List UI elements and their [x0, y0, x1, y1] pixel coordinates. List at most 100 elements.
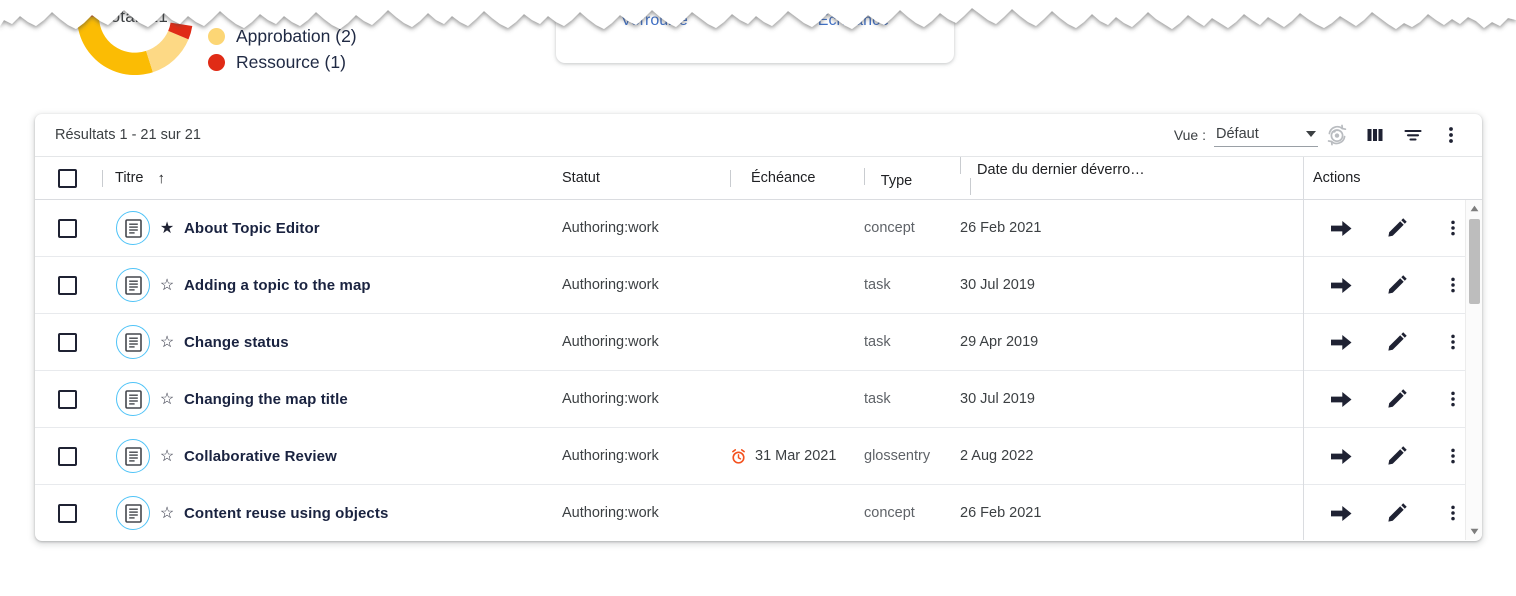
table-row[interactable]: ☆ Change status Authoring:work task 29 Apr 2… — [35, 314, 1482, 371]
edit-icon[interactable] — [1369, 322, 1425, 362]
favorite-star-icon[interactable]: ☆ — [150, 446, 184, 466]
more-options-icon[interactable] — [1432, 116, 1470, 154]
column-header-echeance[interactable]: Échéance — [718, 169, 862, 187]
row-statut: Authoring:work — [562, 391, 659, 407]
column-divider — [864, 167, 865, 185]
go-to-icon[interactable] — [1313, 379, 1369, 419]
table-row[interactable]: ☆ Adding a topic to the map Authoring:work… — [35, 257, 1482, 314]
edit-icon[interactable] — [1369, 379, 1425, 419]
row-checkbox[interactable] — [58, 332, 77, 352]
snapshot-refresh-icon[interactable] — [1318, 116, 1356, 154]
column-divider — [102, 169, 103, 187]
favorite-star-icon[interactable]: ☆ — [150, 389, 184, 409]
sort-ascending-icon: ↑ — [157, 169, 165, 187]
row-actions — [1303, 208, 1481, 248]
row-title-link[interactable]: Adding a topic to the map — [184, 277, 371, 294]
go-to-icon[interactable] — [1313, 208, 1369, 248]
row-title-cell: ★ About Topic Editor — [100, 211, 552, 245]
chevron-down-icon — [1306, 130, 1316, 137]
go-to-icon[interactable] — [1313, 493, 1369, 533]
edit-icon[interactable] — [1369, 208, 1425, 248]
table-header: Titre ↑ Statut Échéance Type Date du der… — [35, 157, 1482, 200]
go-to-icon[interactable] — [1313, 322, 1369, 362]
column-divider — [970, 178, 971, 195]
row-title-link[interactable]: About Topic Editor — [184, 220, 320, 237]
table-row[interactable]: ☆ Content reuse using objects Authoring:wo… — [35, 485, 1482, 540]
row-select-cell — [35, 446, 100, 466]
row-date: 26 Feb 2021 — [960, 220, 1042, 236]
document-icon — [116, 211, 150, 245]
edit-icon[interactable] — [1369, 493, 1425, 533]
table-row[interactable]: ☆ Collaborative Review Authoring:work 31 Ma… — [35, 428, 1482, 485]
column-header-statut[interactable]: Statut — [552, 170, 718, 186]
row-select-cell — [35, 389, 100, 409]
row-title-link[interactable]: Changing the map title — [184, 391, 348, 408]
row-type: task — [864, 334, 891, 350]
go-to-icon[interactable] — [1313, 436, 1369, 476]
frozen-pane-divider — [1303, 157, 1304, 199]
row-title-cell: ☆ Content reuse using objects — [100, 496, 552, 530]
document-icon — [116, 496, 150, 530]
link-verrouille[interactable]: Verrouillé — [621, 12, 688, 30]
column-header-date[interactable]: Date du dernier déverro… — [958, 157, 1154, 199]
favorite-star-icon[interactable]: ★ — [150, 218, 184, 238]
favorite-star-icon[interactable]: ☆ — [150, 332, 184, 352]
row-statut: Authoring:work — [562, 505, 659, 521]
row-checkbox[interactable] — [58, 218, 77, 238]
go-to-icon[interactable] — [1313, 265, 1369, 305]
select-all-checkbox[interactable] — [58, 168, 77, 188]
table-body: ★ About Topic Editor Authoring:work concept… — [35, 200, 1482, 540]
donut-total-label: Total /21 — [101, 7, 169, 26]
link-echeance[interactable]: Echéance — [818, 12, 889, 30]
row-type: glossentry — [864, 448, 931, 464]
row-checkbox[interactable] — [58, 389, 77, 409]
row-actions — [1303, 265, 1481, 305]
filter-icon[interactable] — [1394, 116, 1432, 154]
row-title-cell: ☆ Collaborative Review — [100, 439, 552, 473]
column-divider — [730, 169, 731, 187]
document-icon — [116, 382, 150, 416]
row-date: 29 Apr 2019 — [960, 334, 1039, 350]
row-checkbox[interactable] — [58, 446, 77, 466]
results-card: Résultats 1 - 21 sur 21 Vue : Défaut Tit… — [35, 114, 1482, 541]
row-select-cell — [35, 275, 100, 295]
row-title-link[interactable]: Change status — [184, 334, 289, 351]
row-title-link[interactable]: Collaborative Review — [184, 448, 337, 465]
view-select-value: Défaut — [1216, 125, 1259, 142]
row-title-link[interactable]: Content reuse using objects — [184, 505, 388, 522]
edit-icon[interactable] — [1369, 436, 1425, 476]
scrollbar-thumb[interactable] — [1469, 219, 1480, 304]
row-echeance: 31 Mar 2021 — [755, 448, 837, 464]
legend-label: Approbation (2) — [236, 25, 357, 46]
columns-icon[interactable] — [1356, 116, 1394, 154]
table-row[interactable]: ★ About Topic Editor Authoring:work concept… — [35, 200, 1482, 257]
table-vertical-scrollbar[interactable] — [1465, 200, 1482, 540]
favorite-star-icon[interactable]: ☆ — [150, 275, 184, 295]
view-label: Vue : — [1173, 127, 1206, 143]
column-header-titre[interactable]: Titre ↑ — [100, 169, 552, 187]
column-header-titre-label: Titre — [115, 170, 144, 186]
row-type: task — [864, 277, 891, 293]
row-type: concept — [864, 220, 915, 236]
legend-item[interactable]: Ressource (1) — [208, 52, 357, 72]
row-type: task — [864, 391, 891, 407]
row-actions — [1303, 436, 1481, 476]
scroll-up-icon[interactable] — [1466, 200, 1482, 217]
scroll-down-icon[interactable] — [1466, 523, 1482, 540]
row-date: 30 Jul 2019 — [960, 391, 1035, 407]
row-checkbox[interactable] — [58, 503, 77, 523]
select-all-cell — [35, 168, 100, 188]
row-select-cell — [35, 503, 100, 523]
document-icon — [116, 325, 150, 359]
legend-item[interactable]: Approbation (2) — [208, 26, 357, 46]
edit-icon[interactable] — [1369, 265, 1425, 305]
legend-color-dot — [208, 53, 225, 71]
row-title-cell: ☆ Changing the map title — [100, 382, 552, 416]
secondary-chart-links: Verrouillé Echéance — [556, 12, 954, 30]
row-checkbox[interactable] — [58, 275, 77, 295]
row-actions — [1303, 322, 1481, 362]
view-select[interactable]: Défaut — [1214, 124, 1318, 147]
table-row[interactable]: ☆ Changing the map title Authoring:work tas… — [35, 371, 1482, 428]
favorite-star-icon[interactable]: ☆ — [150, 503, 184, 523]
column-header-type[interactable]: Type — [862, 167, 958, 189]
